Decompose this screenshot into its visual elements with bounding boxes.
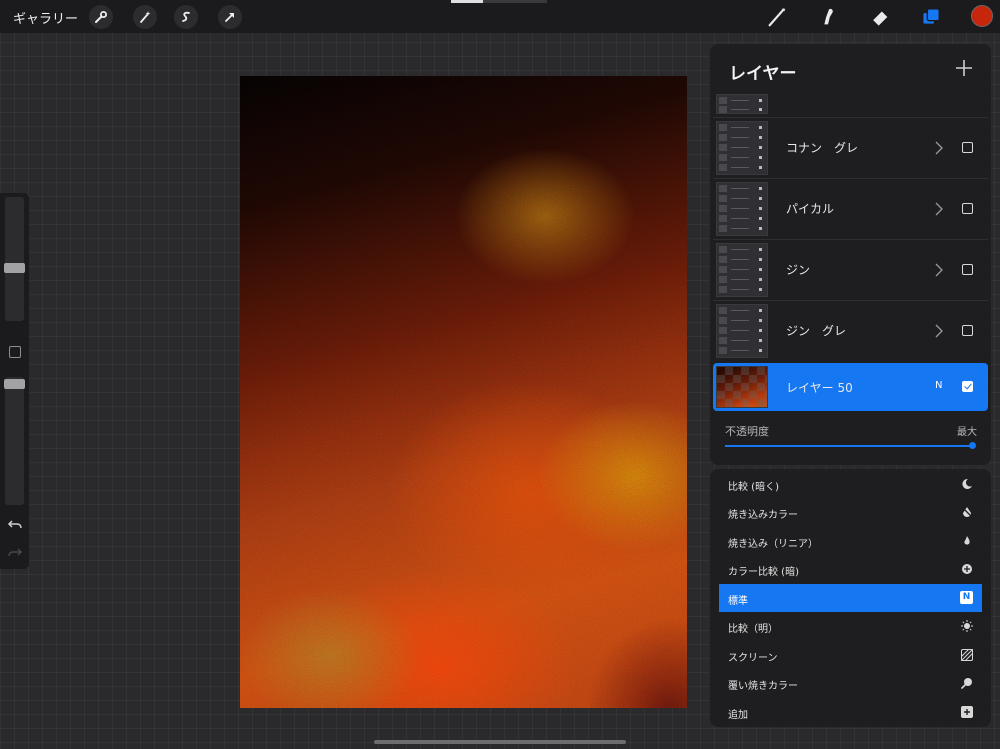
moon-icon [961,478,973,490]
blend-mode-label: スクリーン [728,653,778,664]
brush-size-thumb[interactable] [4,263,25,274]
undo-icon[interactable] [7,516,23,532]
chevron-right-icon[interactable] [935,323,943,338]
layer-group-thumbnail [716,121,768,175]
layer-group-row[interactable]: ジン グレ [713,300,988,360]
blend-mode-label: 覆い焼きカラー [728,681,798,692]
brush-icon[interactable] [764,4,790,30]
chevron-right-icon[interactable] [935,262,943,277]
visibility-checkbox[interactable] [962,264,973,275]
layer-group-thumbnail [716,243,768,297]
chevron-right-icon[interactable] [935,140,943,155]
layers-icon[interactable] [918,4,944,30]
blend-mode-label: 焼き込み（リニア） [728,539,818,550]
wrench-icon[interactable] [89,5,113,29]
left-sidebar [0,193,29,569]
layer-group-row[interactable]: パイカル [713,178,988,238]
blend-mode-label: 比較 (暗く) [728,482,779,493]
color-swatch[interactable] [971,5,993,27]
layer-opacity-knob[interactable] [969,442,976,449]
visibility-checkbox[interactable] [962,381,973,392]
blend-mode-item-selected[interactable]: 標準 N [719,584,982,612]
blend-mode-item[interactable]: 比較 (暗く) [719,470,982,498]
sun-burst-icon [961,620,973,632]
layer-name: ジン グレ [786,324,847,338]
n-badge-text: N [962,592,971,602]
visibility-checkbox[interactable] [962,142,973,153]
brush-opacity-slider[interactable] [5,377,24,505]
move-arrow-icon[interactable] [218,5,242,29]
eraser-icon[interactable] [867,4,893,30]
plus-circle-icon [961,563,973,575]
canvas-grain [240,76,687,708]
flame-icon [961,535,973,547]
add-layer-plus-icon[interactable] [954,58,974,78]
gallery-button[interactable]: ギャラリー [13,8,78,27]
blend-mode-item[interactable]: カラー比較 (暗) [719,555,982,583]
blend-mode-item[interactable]: 追加 [719,698,982,726]
hatch-square-icon [961,649,973,661]
dodge-icon [961,677,973,689]
blend-mode-item[interactable]: 焼き込み（リニア） [719,527,982,555]
chevron-right-icon[interactable] [935,201,943,216]
layers-panel-title: レイヤー [729,64,797,84]
selection-icon[interactable] [174,5,198,29]
blend-mode-item[interactable]: 焼き込みカラー [719,498,982,526]
modifier-button[interactable] [9,346,21,358]
blend-mode-label: 標準 [728,596,748,607]
plus-square-icon [961,706,973,718]
layers-panel: レイヤー コナン グレ パイカル ジン ジン グレ レイヤー 50 N 不透明度… [710,44,991,465]
blend-mode-label: 焼き込みカラー [728,510,798,521]
visibility-checkbox[interactable] [962,325,973,336]
layer-group-thumbnail [716,94,768,114]
burn-drop-icon [961,506,973,518]
layer-group-row[interactable]: ジン [713,239,988,299]
opacity-label: 不透明度 [725,425,769,438]
blend-mode-item[interactable]: 比較（明） [719,612,982,640]
layer-group-thumbnail [716,304,768,358]
n-square-icon: N [960,591,973,604]
artwork-canvas[interactable] [240,76,687,708]
layer-group-row-partial[interactable] [713,94,988,116]
blend-mode-menu: 比較 (暗く) 焼き込みカラー 焼き込み（リニア） カラー比較 (暗) 標準 N… [710,469,991,727]
blend-mode-item[interactable]: 覆い焼きカラー [719,669,982,697]
layer-name: ジン [786,263,811,277]
blend-mode-label: カラー比較 (暗) [728,567,799,578]
layer-name: レイヤー 50 [786,381,853,395]
layer-opacity-slider[interactable] [725,445,973,447]
brush-size-slider[interactable] [5,197,24,321]
opacity-max-label: 最大 [957,427,977,438]
visibility-checkbox[interactable] [962,203,973,214]
home-indicator[interactable] [374,740,626,744]
blend-mode-label: 比較（明） [728,624,778,635]
magic-wand-icon[interactable] [133,5,157,29]
active-layer-row[interactable]: レイヤー 50 N [713,363,988,411]
blend-mode-item[interactable]: スクリーン [719,641,982,669]
blend-mode-indicator[interactable]: N [935,380,942,391]
brush-opacity-thumb[interactable] [4,379,25,390]
smudge-icon[interactable] [815,4,841,30]
layer-group-row[interactable]: コナン グレ [713,117,988,177]
redo-icon[interactable] [7,544,23,560]
layer-group-thumbnail [716,182,768,236]
top-toolbar: ギャラリー [0,0,1000,33]
blend-mode-label: 追加 [728,710,748,721]
layer-name: パイカル [786,202,835,216]
canvas-handle[interactable] [451,0,547,3]
layer-name: コナン グレ [786,141,859,155]
layer-thumbnail [716,366,768,408]
